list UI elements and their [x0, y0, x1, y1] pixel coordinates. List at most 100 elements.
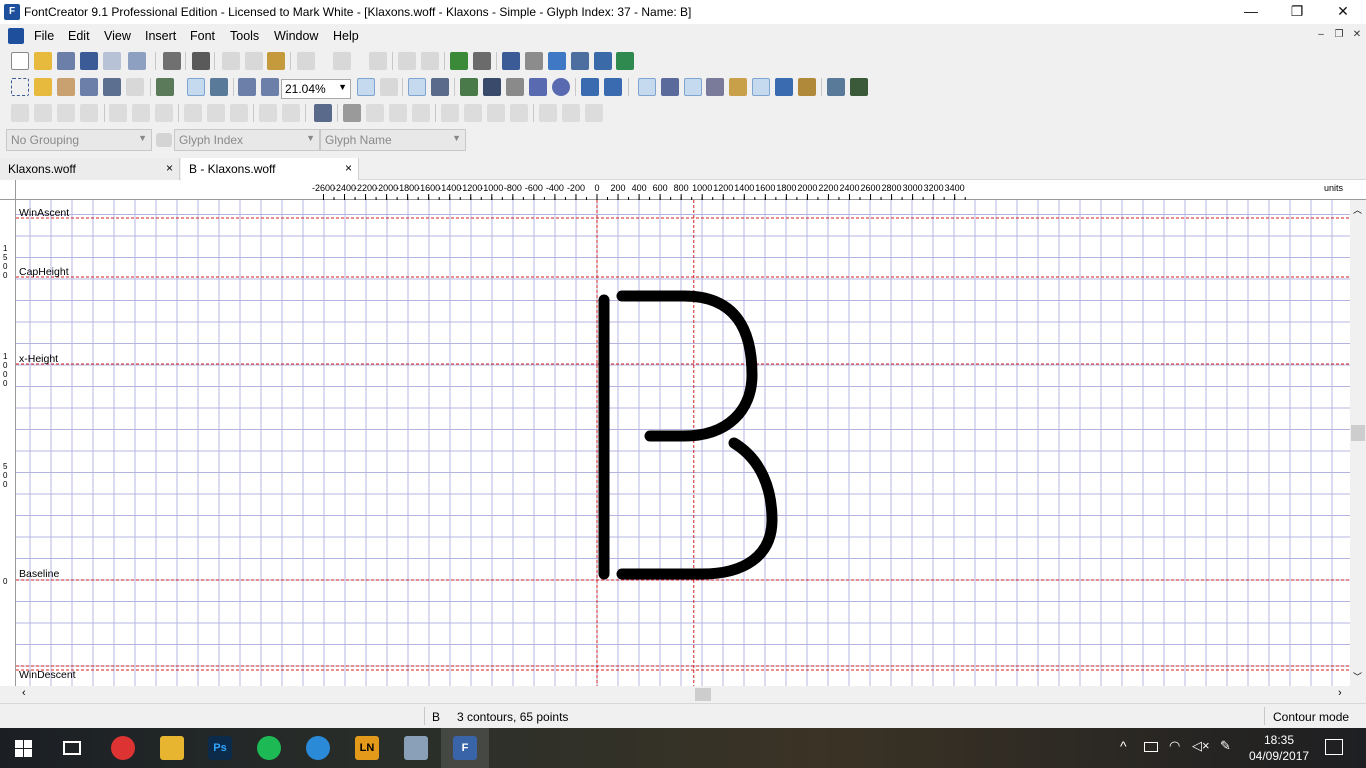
zoom-combo[interactable]: 21.04% ▼ — [281, 79, 351, 99]
combine-icon[interactable] — [57, 104, 75, 122]
bounding-box-icon[interactable] — [706, 78, 724, 96]
hints-icon[interactable] — [798, 78, 816, 96]
remove-glyph-icon[interactable] — [421, 52, 439, 70]
zoom-out-icon[interactable] — [261, 78, 279, 96]
windows-start-icon[interactable] — [15, 740, 32, 757]
break-icon[interactable] — [80, 104, 98, 122]
chevron-right-icon[interactable]: › — [1338, 687, 1342, 699]
next-glyph-icon[interactable] — [604, 78, 622, 96]
volume-muted-icon[interactable]: ◁× — [1192, 738, 1210, 754]
notifications-icon[interactable] — [1325, 739, 1343, 755]
horizontal-scroll-thumb[interactable] — [695, 688, 711, 701]
chevron-down-icon[interactable]: ﹀ — [1353, 670, 1362, 683]
text-icon[interactable] — [473, 52, 491, 70]
glyph-index-combo[interactable]: Glyph Index ▼ — [174, 129, 320, 151]
tree-icon[interactable] — [827, 78, 845, 96]
ln-icon[interactable]: LN — [355, 736, 379, 760]
glyph-outline[interactable] — [16, 200, 1350, 686]
edit-image-icon[interactable] — [483, 78, 501, 96]
align-left-icon[interactable] — [109, 104, 127, 122]
align-right-icon[interactable] — [155, 104, 173, 122]
measure-icon[interactable] — [80, 78, 98, 96]
fit-icon[interactable] — [210, 78, 228, 96]
chevron-left-icon[interactable]: ‹ — [22, 687, 26, 699]
anchor-icon[interactable] — [775, 78, 793, 96]
reverse-icon[interactable] — [412, 104, 430, 122]
group-icon[interactable] — [11, 104, 29, 122]
node-tool-icon[interactable] — [431, 78, 449, 96]
background-image-icon[interactable] — [156, 78, 174, 96]
align-bottom-icon[interactable] — [230, 104, 248, 122]
check-icon[interactable] — [548, 52, 566, 70]
menu-help[interactable]: Help — [333, 29, 359, 43]
save-all-icon[interactable] — [103, 52, 121, 70]
mdi-minimize-button[interactable]: – — [1314, 29, 1328, 43]
rect-select-icon[interactable] — [11, 78, 29, 96]
distribute-horizontal-icon[interactable] — [259, 104, 277, 122]
wifi-icon[interactable]: ◠ — [1169, 738, 1180, 754]
lasso-icon[interactable] — [34, 78, 52, 96]
repeat-icon[interactable] — [369, 52, 387, 70]
photoshop-icon[interactable]: Ps — [208, 736, 232, 760]
open-folder-icon[interactable] — [34, 52, 52, 70]
menu-file[interactable]: File — [34, 29, 54, 43]
eraser-icon[interactable] — [126, 78, 144, 96]
find-icon[interactable] — [192, 52, 210, 70]
flip-horizontal-icon[interactable] — [441, 104, 459, 122]
align-top-icon[interactable] — [184, 104, 202, 122]
union-icon[interactable] — [539, 104, 557, 122]
close-icon[interactable]: × — [166, 161, 173, 175]
align-center-icon[interactable] — [132, 104, 150, 122]
chrome-icon[interactable] — [111, 736, 135, 760]
vertical-scroll-thumb[interactable] — [1351, 425, 1365, 441]
file-explorer-icon[interactable] — [160, 736, 184, 760]
mdi-restore-button[interactable]: ❐ — [1332, 29, 1346, 43]
preview-icon[interactable] — [571, 52, 589, 70]
distribute-vertical-icon[interactable] — [282, 104, 300, 122]
zoom-selection-icon[interactable] — [380, 78, 398, 96]
horizontal-scrollbar[interactable]: ‹ › — [16, 686, 1350, 703]
hand-icon[interactable] — [57, 78, 75, 96]
align-middle-icon[interactable] — [207, 104, 225, 122]
chevron-up-icon[interactable]: ^ — [1120, 738, 1127, 754]
zoom-window-icon[interactable] — [357, 78, 375, 96]
undo-icon[interactable] — [297, 52, 315, 70]
rotate-icon[interactable] — [389, 104, 407, 122]
menu-window[interactable]: Window — [274, 29, 318, 43]
close-button[interactable]: ✕ — [1320, 0, 1366, 24]
paste-icon[interactable] — [267, 52, 285, 70]
print-icon[interactable] — [163, 52, 181, 70]
knife-icon[interactable] — [506, 78, 524, 96]
ellipse-icon[interactable] — [552, 78, 570, 96]
snap-icon[interactable] — [187, 78, 205, 96]
spotify-icon[interactable] — [257, 736, 281, 760]
glyph-edit-canvas[interactable]: WinAscent CapHeight x-Height Baseline Wi… — [16, 200, 1350, 686]
export-icon[interactable] — [128, 52, 146, 70]
menu-view[interactable]: View — [104, 29, 131, 43]
tab-glyph-edit[interactable]: B - Klaxons.woff × — [181, 158, 359, 180]
horizontal-ruler[interactable]: -2600 -2400 -2200 -2000 -1800 -1600 -1400 -1200… — [16, 180, 1366, 200]
intersect-icon[interactable] — [562, 104, 580, 122]
validate-icon[interactable] — [450, 52, 468, 70]
menu-edit[interactable]: Edit — [68, 29, 90, 43]
zoom-in-icon[interactable] — [238, 78, 256, 96]
skew-icon[interactable] — [487, 104, 505, 122]
copy-icon[interactable] — [245, 52, 263, 70]
glyph-name-combo[interactable]: Glyph Name ▼ — [320, 129, 466, 151]
previous-glyph-icon[interactable] — [581, 78, 599, 96]
menu-font[interactable]: Font — [190, 29, 215, 43]
save-icon[interactable] — [80, 52, 98, 70]
redo-icon[interactable] — [333, 52, 351, 70]
subtract-icon[interactable] — [585, 104, 603, 122]
new-icon[interactable] — [11, 52, 29, 70]
guidelines-icon[interactable] — [661, 78, 679, 96]
battery-icon[interactable] — [1144, 742, 1158, 752]
spell-icon[interactable] — [525, 52, 543, 70]
web-icon[interactable] — [594, 52, 612, 70]
points-icon[interactable] — [729, 78, 747, 96]
grouping-combo[interactable]: No Grouping ▼ — [6, 129, 152, 151]
clear-icon[interactable] — [343, 104, 361, 122]
document-icon[interactable] — [8, 28, 24, 44]
open-project-icon[interactable] — [57, 52, 75, 70]
kerning-icon[interactable] — [850, 78, 868, 96]
